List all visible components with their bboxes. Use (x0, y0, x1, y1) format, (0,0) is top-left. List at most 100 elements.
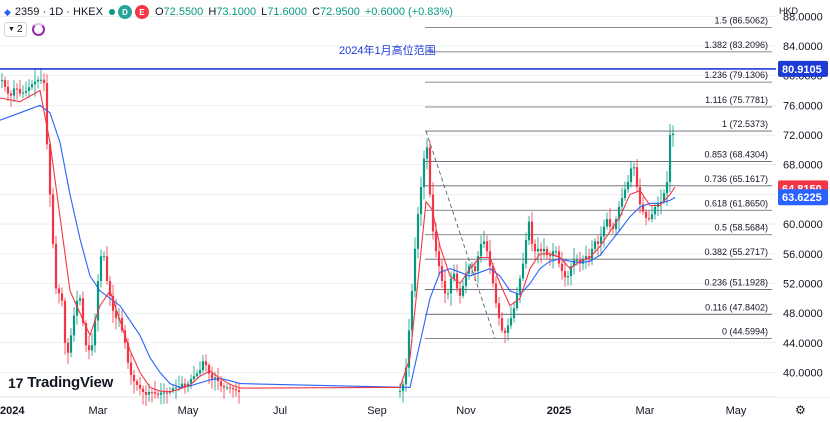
candle-body (144, 391, 148, 395)
price-tick-label: 84.0000 (783, 41, 823, 53)
candle-body (410, 290, 414, 331)
annotation-label[interactable]: 2024年1月高位范围 (339, 42, 436, 58)
candle-body (533, 243, 537, 252)
candle-body (632, 167, 636, 169)
candle-body (497, 303, 501, 319)
candle-body (665, 182, 669, 194)
price-tick-label: 40.0000 (783, 368, 823, 380)
candle-body (506, 325, 510, 333)
tradingview-logo[interactable]: 17 TradingView (8, 374, 113, 391)
price-tick-label: 60.0000 (783, 219, 823, 231)
symbol-title[interactable]: 2359 · 1D · HKEX (15, 6, 103, 18)
candle-body (620, 198, 624, 207)
chevron-down-icon: ▼ (8, 25, 15, 33)
symbol-arrow-icon[interactable]: ◆ (4, 7, 11, 18)
ma-fast-line (0, 89, 676, 393)
candle-body (219, 381, 223, 387)
candle-body (36, 79, 40, 82)
price-badge-label: 63.6225 (782, 192, 822, 204)
chart-header: ◆ 2359 · 1D · HKEX D E O72.5500 H73.1000… (4, 3, 455, 21)
price-chart[interactable]: 1.5 (86.5062) 1.382 (83.2096) 1.236 (79.13… (0, 0, 830, 422)
candle-body (51, 194, 55, 244)
fib-level-label: 0 (44.5994) (722, 326, 768, 336)
candle-body (66, 342, 70, 353)
candle-body (228, 387, 232, 389)
time-axis[interactable]: 2024 Mar May Jul Sep Nov 2025 Mar May (0, 405, 747, 417)
candle-body (593, 241, 597, 249)
candle-body (500, 318, 504, 331)
candle-body (57, 288, 61, 294)
candle-body (132, 374, 136, 382)
candle-body (608, 219, 612, 227)
fib-level-label: 0.618 (61.8650) (704, 198, 768, 208)
candle-body (416, 214, 420, 249)
candle-body (63, 300, 67, 343)
candle-body (518, 278, 522, 294)
fib-level-label: 0.116 (47.8402) (705, 302, 768, 312)
candle-body (204, 361, 208, 366)
candle-body (129, 362, 133, 375)
candle-body (440, 266, 444, 281)
candle-body (428, 147, 432, 195)
candle-body (443, 280, 447, 294)
candle-body (87, 345, 91, 351)
time-tick-label: 2025 (547, 405, 571, 417)
settings-gear-icon[interactable]: ⚙ (795, 403, 806, 417)
time-tick-label: Sep (367, 405, 387, 417)
candle-body (150, 391, 154, 393)
candle-body (509, 318, 513, 326)
tradingview-icon: 17 (8, 374, 24, 391)
candle-body (135, 381, 139, 385)
candle-body (21, 92, 25, 94)
price-tick-label: 72.0000 (783, 130, 823, 142)
candle-body (234, 389, 238, 391)
fib-level-label: 0.853 (68.4304) (704, 150, 768, 160)
currency-label[interactable]: HKD (779, 6, 798, 16)
price-axis[interactable]: 40.0000 44.0000 48.0000 52.0000 56.0000 60.00… (778, 0, 830, 397)
candle-body (180, 383, 184, 387)
candle-body (198, 370, 202, 374)
candle-body (90, 345, 94, 351)
candle-body (18, 89, 22, 94)
candle-body (458, 288, 462, 296)
candle-body (195, 373, 199, 377)
candle-body (9, 93, 13, 96)
candle-body (39, 79, 43, 81)
candle-body (644, 211, 648, 218)
candle-body (602, 226, 606, 237)
candle-body (668, 135, 672, 183)
candle-body (419, 186, 423, 215)
moving-averages (0, 89, 676, 393)
candle-body (15, 88, 19, 90)
candle-body (54, 243, 58, 289)
fib-level-label: 0.5 (58.5684) (714, 223, 768, 233)
fib-level-label: 1.236 (79.1306) (704, 70, 768, 80)
candle-body (449, 278, 453, 294)
candle-body (30, 84, 34, 88)
candle-body (6, 86, 10, 94)
price-change: +0.6000 (+0.83%) (364, 6, 453, 18)
candle-body (153, 392, 157, 394)
candle-body (33, 81, 37, 85)
candle-body (99, 256, 103, 281)
market-status-dot (108, 9, 115, 15)
candle-body (446, 293, 450, 295)
candle-body (623, 189, 627, 199)
candle-body (575, 259, 579, 261)
candle-body (635, 167, 639, 187)
candle-body (671, 133, 675, 136)
candle-body (494, 283, 498, 304)
fib-level-label: 0.736 (65.1617) (704, 174, 768, 184)
fib-level-label: 1 (72.5373) (722, 119, 768, 129)
earnings-icon[interactable]: E (134, 5, 149, 19)
candle-body (69, 335, 73, 353)
time-tick-label: May (726, 405, 747, 417)
fibonacci-retracement[interactable]: 1.5 (86.5062) 1.382 (83.2096) 1.236 (79.13… (425, 15, 772, 339)
indicator-row: ▼ 2 (4, 21, 45, 37)
indicator-toggle[interactable]: ▼ 2 (4, 21, 27, 37)
dividend-icon[interactable]: D (117, 5, 132, 19)
candle-body (434, 231, 438, 252)
brand-name: TradingView (27, 374, 114, 391)
time-tick-label: Mar (636, 405, 655, 417)
candle-body (222, 386, 226, 388)
